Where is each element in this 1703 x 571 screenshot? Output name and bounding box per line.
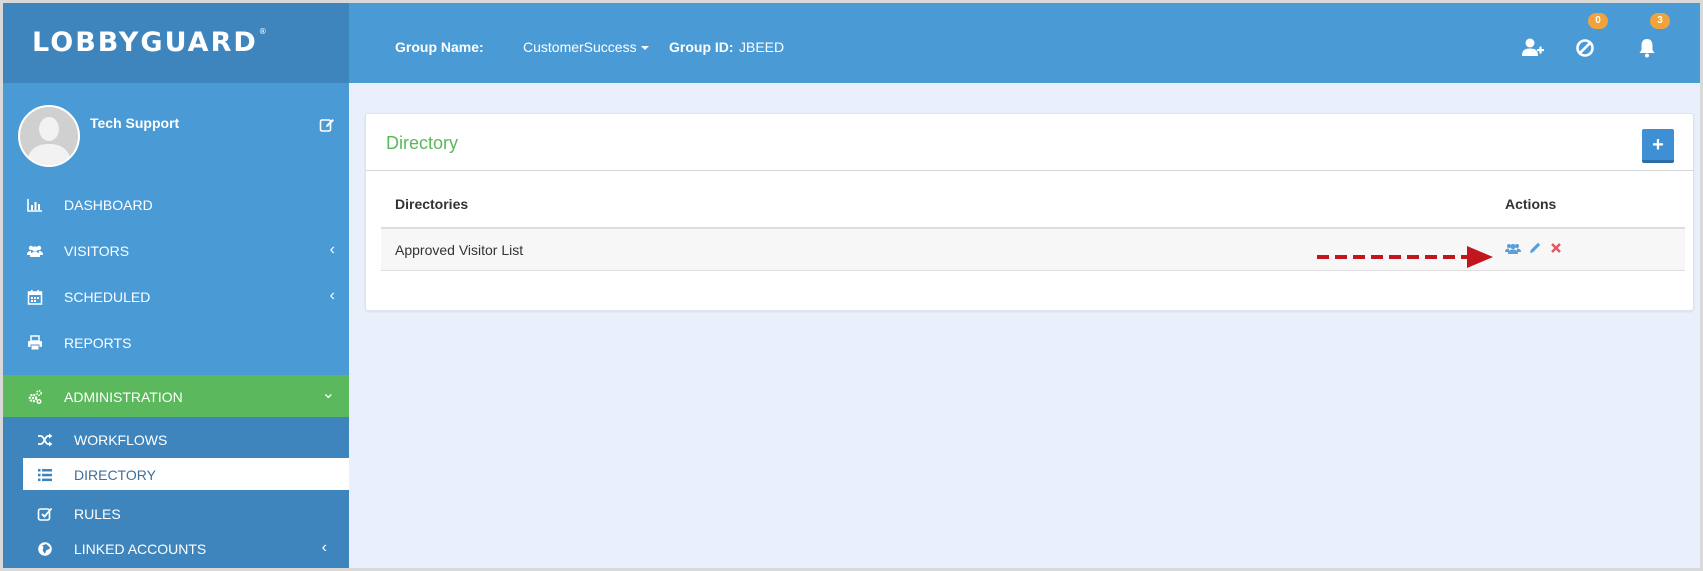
group-name-dropdown[interactable]: CustomerSuccess bbox=[523, 39, 649, 55]
top-bar: LOBBYGUARD® Group Name: CustomerSuccess … bbox=[3, 3, 1700, 83]
panel-header: Directory + bbox=[366, 114, 1693, 171]
group-id-label: Group ID: bbox=[669, 39, 734, 55]
calendar-icon bbox=[27, 289, 43, 305]
sidebar: Tech Support DASHBOARD VISITORS ‹ SCHEDU… bbox=[3, 83, 349, 568]
nav-administration[interactable]: ADMINISTRATION ⌄ bbox=[3, 375, 349, 419]
users-icon bbox=[27, 243, 43, 259]
bell-icon[interactable] bbox=[1635, 36, 1659, 60]
chevron-left-icon: ‹ bbox=[321, 539, 327, 556]
nav-visitors[interactable]: VISITORS ‹ bbox=[3, 229, 349, 273]
avatar-image bbox=[20, 107, 78, 165]
column-header-actions: Actions bbox=[1505, 196, 1557, 212]
nav-scheduled[interactable]: SCHEDULED ‹ bbox=[3, 275, 349, 319]
bell-badge: 3 bbox=[1650, 13, 1670, 29]
avatar[interactable] bbox=[18, 105, 80, 167]
edit-profile-icon[interactable] bbox=[319, 117, 335, 138]
print-icon bbox=[27, 335, 43, 351]
user-name: Tech Support bbox=[90, 115, 180, 131]
table-header-row: Directories Actions bbox=[381, 196, 1685, 229]
directory-name: Approved Visitor List bbox=[395, 242, 524, 258]
pencil-icon[interactable] bbox=[1528, 241, 1542, 260]
delete-icon[interactable] bbox=[1549, 241, 1563, 260]
add-user-icon[interactable] bbox=[1520, 36, 1544, 60]
subnav-label: RULES bbox=[74, 506, 121, 522]
subnav-label: LINKED ACCOUNTS bbox=[74, 541, 207, 557]
subnav-directory[interactable]: DIRECTORY bbox=[23, 458, 349, 492]
cogs-icon bbox=[27, 389, 43, 405]
group-id-value: JBEED bbox=[739, 39, 785, 55]
administration-submenu: WORKFLOWS DIRECTORY RULES LINKED ACCOUNT… bbox=[3, 417, 349, 568]
subnav-label: DIRECTORY bbox=[74, 467, 156, 483]
random-icon bbox=[37, 432, 53, 448]
subnav-workflows[interactable]: WORKFLOWS bbox=[3, 423, 349, 457]
directory-panel: Directory + Directories Actions Approved… bbox=[365, 113, 1694, 311]
nav-label: REPORTS bbox=[64, 335, 132, 351]
column-header-directories: Directories bbox=[395, 196, 469, 212]
ban-badge: 0 bbox=[1588, 13, 1608, 29]
page-title: Directory bbox=[386, 133, 459, 153]
subnav-label: WORKFLOWS bbox=[74, 432, 168, 448]
users-icon[interactable] bbox=[1505, 241, 1521, 262]
row-actions bbox=[1505, 241, 1575, 259]
nav-dashboard[interactable]: DASHBOARD bbox=[3, 183, 349, 227]
logo: LOBBYGUARD® bbox=[32, 27, 269, 58]
annotation-arrow bbox=[1315, 243, 1497, 278]
chevron-left-icon: ‹ bbox=[329, 241, 335, 258]
subnav-rules[interactable]: RULES bbox=[3, 497, 349, 531]
add-directory-button[interactable]: + bbox=[1642, 129, 1674, 163]
ban-icon[interactable] bbox=[1573, 36, 1597, 60]
nav-label: SCHEDULED bbox=[64, 289, 151, 305]
logo-area[interactable]: LOBBYGUARD® bbox=[3, 3, 349, 83]
chevron-down-icon: ⌄ bbox=[321, 385, 335, 402]
chevron-left-icon: ‹ bbox=[329, 287, 335, 304]
bar-chart-icon bbox=[27, 197, 43, 213]
subnav-linked-accounts[interactable]: LINKED ACCOUNTS ‹ bbox=[3, 532, 349, 566]
edit-check-icon bbox=[37, 506, 53, 522]
group-name-label: Group Name: bbox=[395, 39, 484, 55]
app-window: LOBBYGUARD® Group Name: CustomerSuccess … bbox=[0, 0, 1703, 571]
caret-down-icon bbox=[640, 46, 649, 51]
nav-label: VISITORS bbox=[64, 243, 130, 259]
nav-reports[interactable]: REPORTS bbox=[3, 321, 349, 365]
globe-icon bbox=[37, 541, 53, 557]
list-icon bbox=[37, 467, 53, 483]
nav-label: DASHBOARD bbox=[64, 197, 153, 213]
nav-label: ADMINISTRATION bbox=[64, 389, 183, 405]
